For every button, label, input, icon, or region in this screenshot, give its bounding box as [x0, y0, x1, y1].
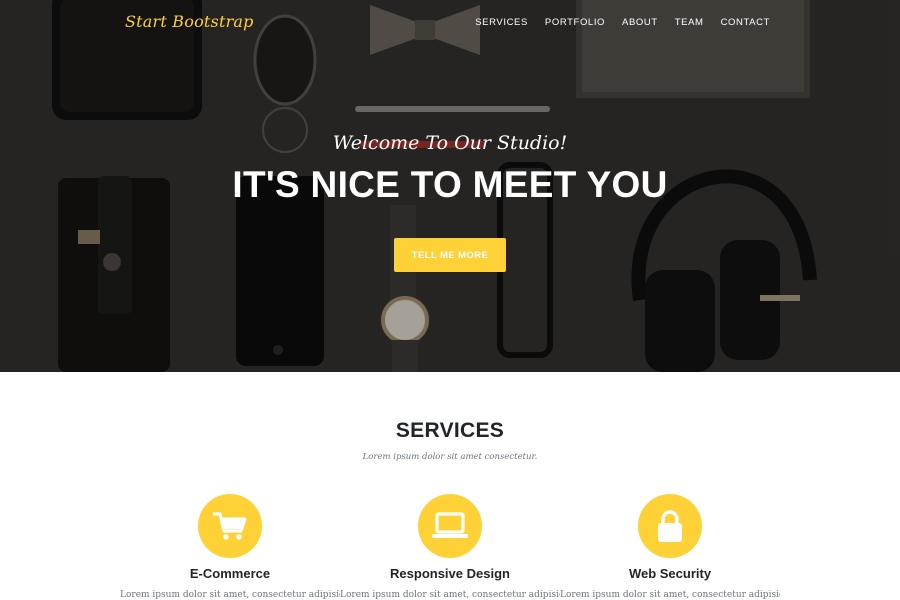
services-section: SERVICES Lorem ipsum dolor sit amet cons… — [0, 372, 900, 600]
services-heading: SERVICES — [395, 419, 505, 442]
hero-subtitle: Welcome To Our Studio! — [332, 132, 568, 154]
service-description: Lorem ipsum dolor sit amet, consectetur … — [340, 590, 560, 600]
service-title: Responsive Design — [390, 566, 510, 581]
service-title: Web Security — [628, 566, 712, 581]
hero-title: IT'S NICE TO MEET YOU — [232, 164, 668, 205]
service-description: Lorem ipsum dolor sit amet, consectetur … — [560, 590, 780, 600]
service-icon-circle — [638, 494, 702, 558]
nav-link-team[interactable]: TEAM — [675, 17, 704, 28]
hero-section: Start Bootstrap SERVICES PORTFOLIO ABOUT… — [0, 0, 900, 372]
nav-link-contact[interactable]: CONTACT — [721, 17, 770, 28]
service-title: E-Commerce — [189, 566, 271, 581]
laptop-icon — [432, 512, 468, 538]
services-subheading: Lorem ipsum dolor sit amet consectetur. — [362, 452, 538, 462]
service-description: Lorem ipsum dolor sit amet, consectetur … — [120, 590, 340, 600]
service-icon-circle — [198, 494, 262, 558]
brand-logo[interactable]: Start Bootstrap — [125, 12, 254, 31]
lock-icon — [658, 510, 682, 542]
shopping-cart-icon — [213, 512, 247, 540]
navbar: Start Bootstrap SERVICES PORTFOLIO ABOUT… — [0, 0, 900, 46]
tell-me-more-button[interactable]: TELL ME MORE — [394, 238, 506, 272]
nav-links: SERVICES PORTFOLIO ABOUT TEAM CONTACT — [475, 17, 770, 28]
nav-link-portfolio[interactable]: PORTFOLIO — [545, 17, 605, 28]
nav-link-about[interactable]: ABOUT — [622, 17, 658, 28]
nav-link-services[interactable]: SERVICES — [475, 17, 528, 28]
service-icon-circle — [418, 494, 482, 558]
